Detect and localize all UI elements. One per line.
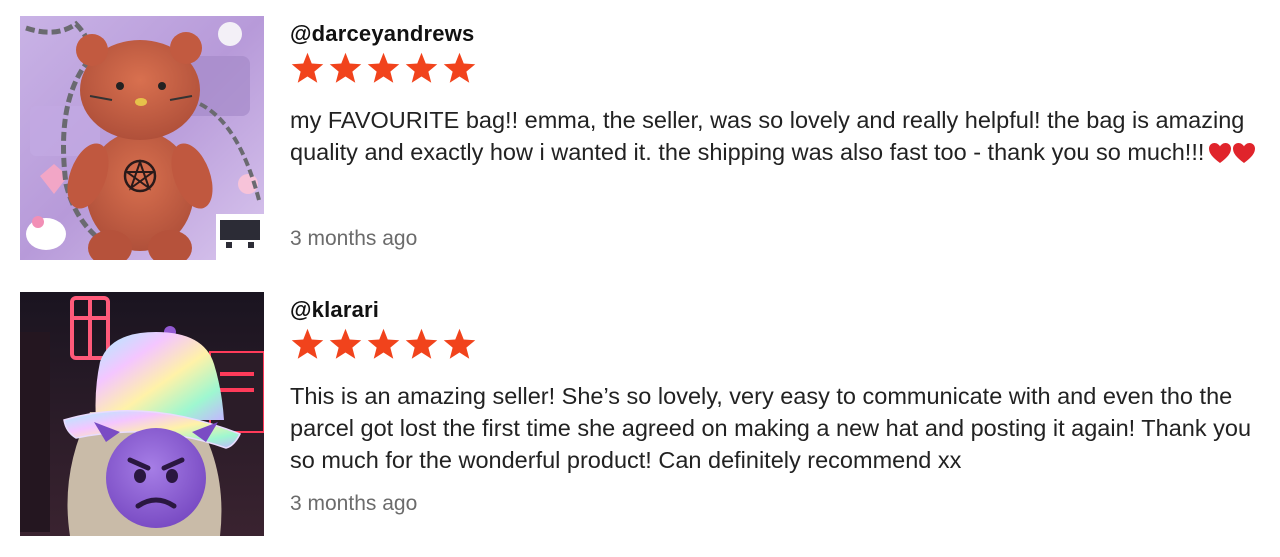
star-icon [291, 328, 324, 359]
star-icon [329, 52, 362, 83]
reviewer-avatar[interactable] [20, 292, 264, 536]
star-rating [290, 51, 477, 87]
bucket-hat-photo-icon [20, 292, 264, 536]
review-body: my FAVOURITE bag!! emma, the seller, was… [290, 107, 1245, 165]
star-icon [443, 52, 476, 83]
star-icon [443, 328, 476, 359]
heart-emoji-icon [1208, 140, 1256, 172]
star-icon [405, 328, 438, 359]
reviewer-avatar[interactable] [20, 16, 264, 260]
review-text: This is an amazing seller! She’s so love… [290, 380, 1275, 476]
review-text: my FAVOURITE bag!! emma, the seller, was… [290, 104, 1275, 172]
reviewer-username[interactable]: @darceyandrews [290, 21, 474, 47]
bear-bag-photo-icon [20, 16, 264, 260]
star-rating [290, 327, 477, 363]
review-timestamp: 3 months ago [290, 492, 418, 515]
star-icon [329, 328, 362, 359]
star-icon [367, 328, 400, 359]
star-icon [291, 52, 324, 83]
star-icon [405, 52, 438, 83]
reviewer-username[interactable]: @klarari [290, 297, 379, 323]
review-timestamp: 3 months ago [290, 227, 418, 250]
star-icon [367, 52, 400, 83]
review-body: This is an amazing seller! She’s so love… [290, 383, 1252, 473]
